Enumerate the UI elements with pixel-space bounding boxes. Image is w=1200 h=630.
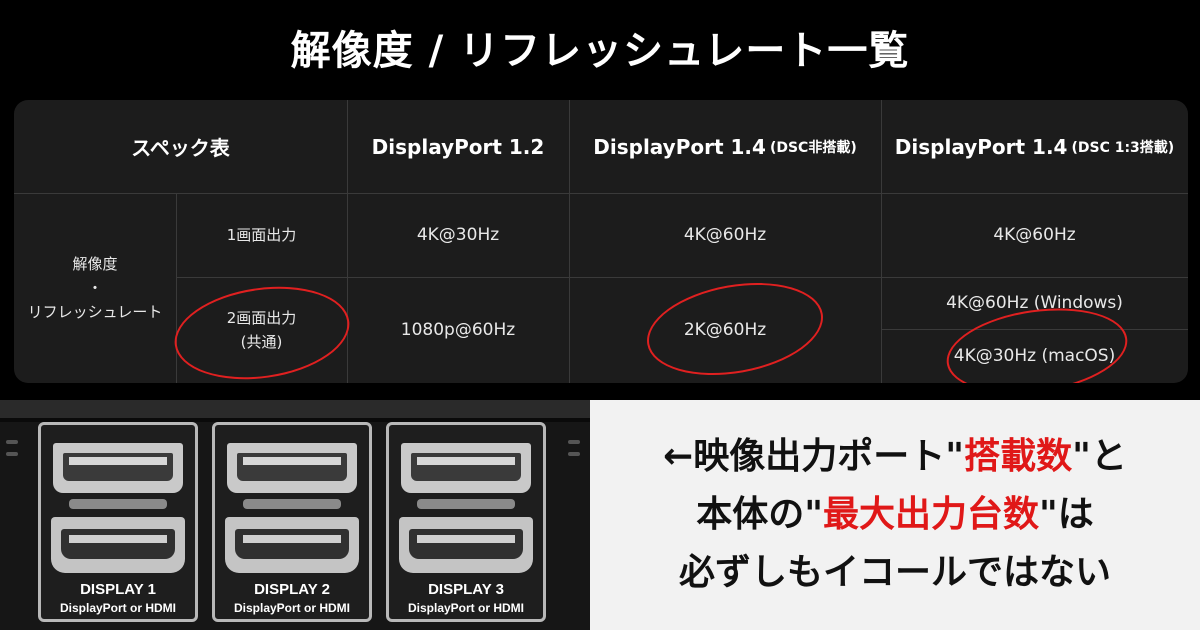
col-header-name: DisplayPort 1.4: [894, 134, 1068, 159]
table-cell: 4K@60Hz: [683, 225, 767, 245]
note-text: ←映像出力ポート": [663, 436, 965, 477]
hdmi-port-icon: [399, 517, 533, 573]
col-header-dp14-dsc: DisplayPort 1.4 (DSC 1:3搭載): [881, 100, 1188, 193]
divider: [243, 499, 341, 509]
display-label: DISPLAY 2: [254, 581, 330, 598]
display-sub-label: DisplayPort or HDMI: [407, 601, 524, 615]
spec-label: スペック表: [131, 136, 230, 160]
row-group-line2: ・: [87, 279, 103, 297]
row-group-line1: 解像度: [72, 255, 118, 273]
note-line-3: 必ずしもイコールではない: [678, 552, 1111, 593]
col-header-name: DisplayPort 1.2: [371, 134, 545, 159]
row-group-line3: リフレッシュレート: [27, 303, 163, 321]
note-box: ←映像出力ポート"搭載数"と 本体の"最大出力台数"は 必ずしもイコールではない: [590, 400, 1200, 630]
vent-mark: [6, 440, 18, 444]
row-group-label: 解像度 ・ リフレッシュレート: [14, 193, 176, 383]
note-text: "と: [1072, 436, 1127, 477]
port-panel-image: DISPLAY 1 DisplayPort or HDMI DISPLAY 2 …: [0, 400, 590, 630]
note-text: "は: [1039, 494, 1094, 535]
panel-edge: [0, 400, 590, 418]
displayport-icon: [401, 443, 531, 493]
display-bay-2: DISPLAY 2 DisplayPort or HDMI: [212, 422, 372, 622]
divider: [417, 499, 515, 509]
hdmi-port-icon: [51, 517, 185, 573]
table-cell: 1080p@60Hz: [400, 320, 516, 340]
note-line-1: ←映像出力ポート"搭載数"と: [663, 428, 1127, 486]
col-header-note: (DSC 1:3搭載): [1071, 139, 1175, 156]
hdmi-port-icon: [225, 517, 359, 573]
displayport-icon: [53, 443, 183, 493]
note-emphasis: 最大出力台数: [822, 494, 1039, 535]
display-label: DISPLAY 3: [428, 581, 504, 598]
display-label: DISPLAY 1: [80, 581, 156, 598]
spec-table: スペック表 DisplayPort 1.2 DisplayPort 1.4 (DS…: [14, 100, 1188, 383]
page-title: 解像度 / リフレッシュレート一覧: [290, 28, 910, 74]
vent-mark: [6, 452, 18, 456]
vent-mark: [568, 452, 580, 456]
note-text: 本体の": [696, 494, 823, 535]
col-header-note: (DSC非搭載): [769, 139, 857, 156]
display-bay-3: DISPLAY 3 DisplayPort or HDMI: [386, 422, 546, 622]
note-emphasis: 搭載数: [964, 436, 1073, 477]
col-header-dp12: DisplayPort 1.2: [347, 100, 569, 193]
display-sub-label: DisplayPort or HDMI: [233, 601, 350, 615]
display-bay-1: DISPLAY 1 DisplayPort or HDMI: [38, 422, 198, 622]
col-header-dp14-nodsc: DisplayPort 1.4 (DSC非搭載): [569, 100, 881, 193]
displayport-icon: [227, 443, 357, 493]
note-line-2: 本体の"最大出力台数"は: [696, 486, 1094, 544]
table-cell: 4K@30Hz: [416, 225, 500, 245]
table-cell: 4K@60Hz: [993, 225, 1076, 245]
divider: [69, 499, 167, 509]
col-header-name: DisplayPort 1.4: [593, 134, 766, 159]
display-sub-label: DisplayPort or HDMI: [59, 601, 176, 615]
vent-mark: [568, 440, 580, 444]
row-label-single: 1画面出力: [226, 226, 297, 244]
